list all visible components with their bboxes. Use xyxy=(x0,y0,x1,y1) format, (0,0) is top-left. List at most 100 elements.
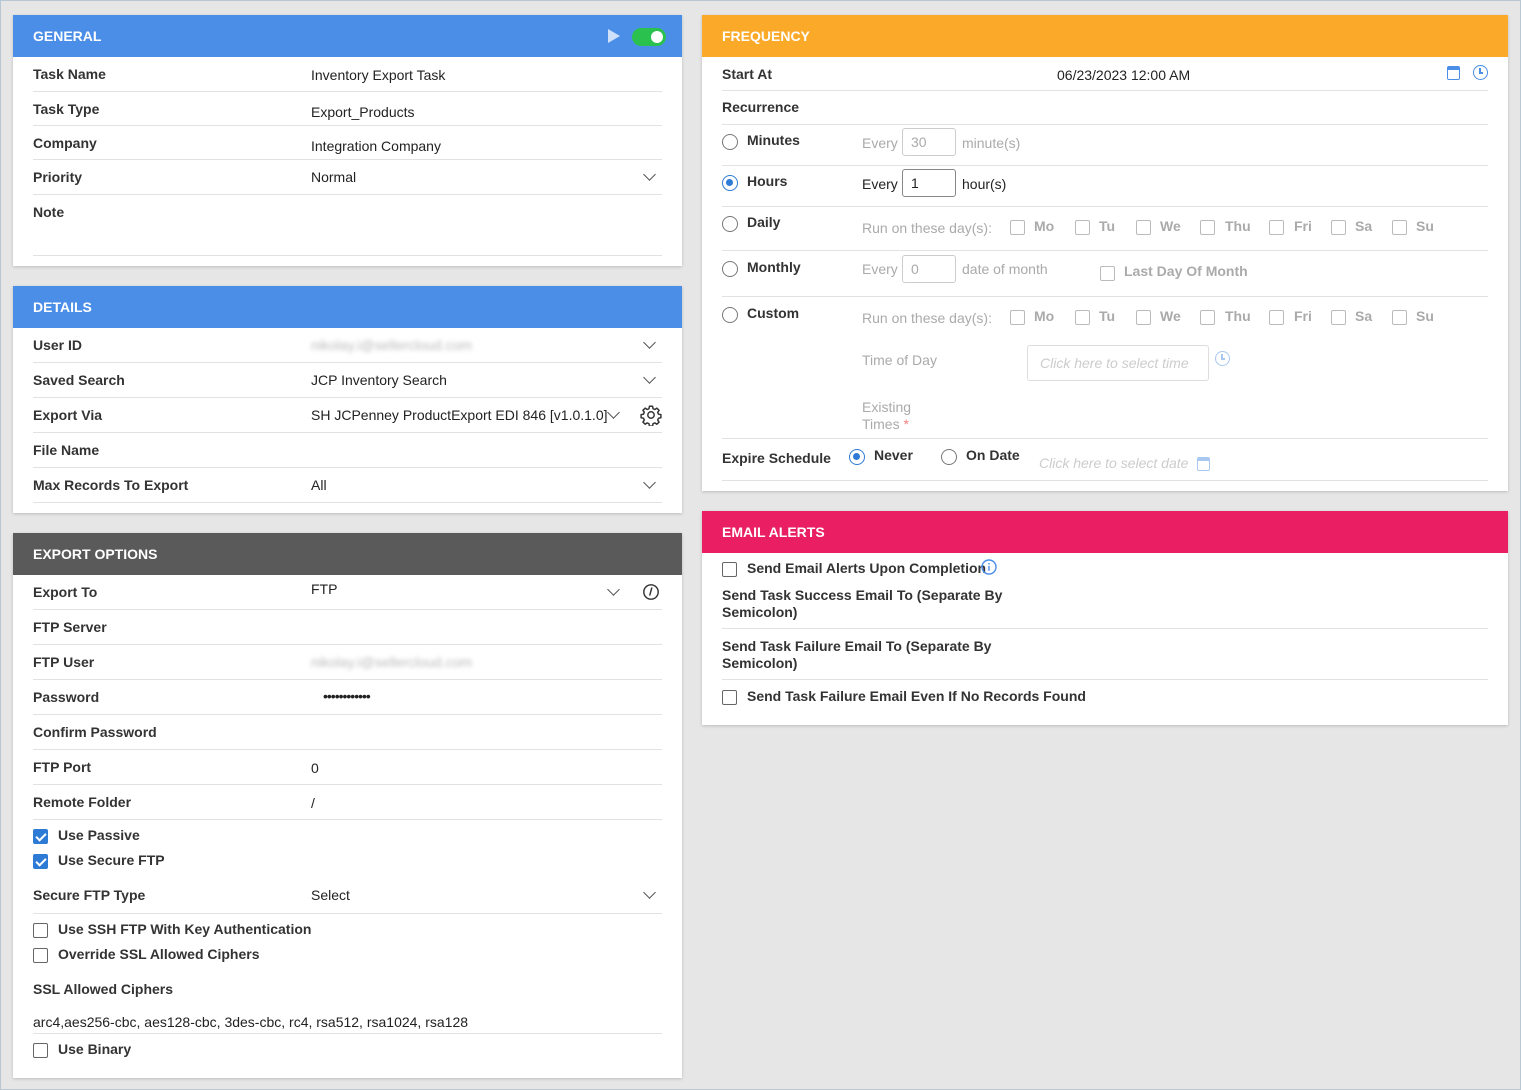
user-id-row[interactable]: User ID nikolay.i@sellercloud.com xyxy=(33,328,662,363)
priority-label: Priority xyxy=(33,169,83,185)
note-row[interactable]: Note xyxy=(33,195,662,256)
daily-mo-label: Mo xyxy=(1034,218,1055,234)
expire-date-input[interactable]: Click here to select date xyxy=(1039,455,1188,471)
minutes-radio[interactable] xyxy=(722,134,738,150)
ssl-ciphers-row[interactable]: arc4,aes256-cbc, aes128-cbc, 3des-cbc, r… xyxy=(33,1007,662,1034)
max-records-select[interactable]: All xyxy=(311,477,327,493)
daily-sa-checkbox[interactable] xyxy=(1331,220,1346,235)
frequency-header: FREQUENCY xyxy=(702,15,1508,57)
secure-ftp-type-select[interactable]: Select xyxy=(311,887,350,903)
daily-fri-label: Fri xyxy=(1294,218,1312,234)
minutes-row: Minutes Every 30 minute(s) xyxy=(722,125,1488,166)
max-records-row[interactable]: Max Records To Export All xyxy=(33,468,662,503)
ftp-port-row[interactable]: FTP Port 0 xyxy=(33,750,662,785)
export-via-select[interactable]: SH JCPenney ProductExport EDI 846 [v1.0.… xyxy=(311,407,608,423)
calendar-icon[interactable] xyxy=(1447,66,1460,80)
hours-input[interactable]: 1 xyxy=(902,169,956,197)
chevron-down-icon[interactable] xyxy=(607,583,620,596)
export-via-row[interactable]: Export Via SH JCPenney ProductExport EDI… xyxy=(33,398,662,433)
saved-search-row[interactable]: Saved Search JCP Inventory Search xyxy=(33,363,662,398)
info-icon[interactable] xyxy=(981,559,997,575)
enabled-toggle[interactable] xyxy=(632,28,666,46)
daily-mo-checkbox[interactable] xyxy=(1010,220,1025,235)
password-input[interactable]: •••••••••••• xyxy=(323,688,371,704)
user-id-select[interactable]: nikolay.i@sellercloud.com xyxy=(311,337,472,353)
task-name-row: Task Name Inventory Export Task xyxy=(33,57,662,92)
send-on-completion-checkbox[interactable] xyxy=(722,562,737,577)
remote-folder-row[interactable]: Remote Folder / xyxy=(33,785,662,820)
password-row[interactable]: Password •••••••••••• xyxy=(33,680,662,715)
email-alerts-header: EMAIL ALERTS xyxy=(702,511,1508,553)
use-ssh-checkbox[interactable] xyxy=(33,923,48,938)
priority-select[interactable]: Normal xyxy=(311,169,356,185)
failure-email-row[interactable]: Send Task Failure Email To (Separate By … xyxy=(722,629,1488,680)
monthly-input[interactable]: 0 xyxy=(902,255,956,283)
secure-ftp-type-row[interactable]: Secure FTP Type Select xyxy=(33,878,662,914)
ftp-port-input[interactable]: 0 xyxy=(311,760,319,776)
custom-su-checkbox[interactable] xyxy=(1392,310,1407,325)
last-day-label: Last Day Of Month xyxy=(1124,263,1248,279)
daily-radio[interactable] xyxy=(722,216,738,232)
chevron-down-icon[interactable] xyxy=(643,886,656,899)
chevron-down-icon[interactable] xyxy=(607,406,620,419)
success-email-row[interactable]: Send Task Success Email To (Separate By … xyxy=(722,579,1488,629)
custom-we-label: We xyxy=(1160,308,1181,324)
hours-radio[interactable] xyxy=(722,175,738,191)
time-picker-input[interactable]: Click here to select time xyxy=(1027,345,1209,381)
gear-icon[interactable] xyxy=(640,404,662,426)
start-at-row[interactable]: Start At 06/23/2023 12:00 AM xyxy=(722,57,1488,91)
last-day-checkbox[interactable] xyxy=(1100,266,1115,281)
file-name-row[interactable]: File Name xyxy=(33,433,662,468)
chevron-down-icon[interactable] xyxy=(643,168,656,181)
calendar-icon[interactable] xyxy=(1197,457,1210,471)
play-icon[interactable] xyxy=(608,29,620,43)
daily-we-checkbox[interactable] xyxy=(1136,220,1151,235)
ftp-server-row[interactable]: FTP Server xyxy=(33,610,662,645)
ftp-user-row[interactable]: FTP User nikolay.i@sellercloud.com xyxy=(33,645,662,680)
remote-folder-input[interactable]: / xyxy=(311,795,315,811)
ftp-port-label: FTP Port xyxy=(33,759,92,775)
daily-thu-checkbox[interactable] xyxy=(1200,220,1215,235)
custom-sa-checkbox[interactable] xyxy=(1331,310,1346,325)
clock-icon[interactable] xyxy=(1215,351,1230,366)
priority-row[interactable]: Priority Normal xyxy=(33,160,662,195)
minutes-input[interactable]: 30 xyxy=(902,128,956,156)
ssl-ciphers-input[interactable]: arc4,aes256-cbc, aes128-cbc, 3des-cbc, r… xyxy=(33,1014,468,1030)
general-header: GENERAL xyxy=(13,15,682,57)
daily-sa-label: Sa xyxy=(1355,218,1373,234)
start-at-value[interactable]: 06/23/2023 12:00 AM xyxy=(1057,67,1190,83)
use-secure-ftp-checkbox[interactable] xyxy=(33,854,48,869)
daily-fri-checkbox[interactable] xyxy=(1269,220,1284,235)
custom-we-checkbox[interactable] xyxy=(1136,310,1151,325)
custom-radio[interactable] xyxy=(722,307,738,323)
recurrence-label: Recurrence xyxy=(722,99,800,115)
daily-su-checkbox[interactable] xyxy=(1392,220,1407,235)
export-to-select[interactable]: FTP xyxy=(311,581,337,597)
custom-tu-label: Tu xyxy=(1099,308,1116,324)
info-circle-icon[interactable] xyxy=(642,583,660,601)
chevron-down-icon[interactable] xyxy=(643,476,656,489)
monthly-label: Monthly xyxy=(747,259,801,275)
monthly-radio[interactable] xyxy=(722,261,738,277)
use-binary-checkbox[interactable] xyxy=(33,1043,48,1058)
custom-mo-checkbox[interactable] xyxy=(1010,310,1025,325)
ftp-user-input[interactable]: nikolay.i@sellercloud.com xyxy=(311,654,472,670)
confirm-password-row[interactable]: Confirm Password xyxy=(33,715,662,750)
saved-search-select[interactable]: JCP Inventory Search xyxy=(311,372,447,388)
failure-no-records-checkbox[interactable] xyxy=(722,690,737,705)
never-radio[interactable] xyxy=(849,449,865,465)
on-date-radio[interactable] xyxy=(941,449,957,465)
chevron-down-icon[interactable] xyxy=(643,371,656,384)
daily-tu-checkbox[interactable] xyxy=(1075,220,1090,235)
custom-tu-checkbox[interactable] xyxy=(1075,310,1090,325)
clock-icon[interactable] xyxy=(1473,65,1488,80)
use-passive-checkbox[interactable] xyxy=(33,829,48,844)
daily-run-on-label: Run on these day(s): xyxy=(862,220,992,236)
task-name-value[interactable]: Inventory Export Task xyxy=(311,67,445,83)
chevron-down-icon[interactable] xyxy=(643,336,656,349)
custom-thu-checkbox[interactable] xyxy=(1200,310,1215,325)
custom-fri-checkbox[interactable] xyxy=(1269,310,1284,325)
ssl-ciphers-label: SSL Allowed Ciphers xyxy=(33,981,174,997)
export-to-row[interactable]: Export To FTP xyxy=(33,575,662,610)
override-ssl-checkbox[interactable] xyxy=(33,948,48,963)
